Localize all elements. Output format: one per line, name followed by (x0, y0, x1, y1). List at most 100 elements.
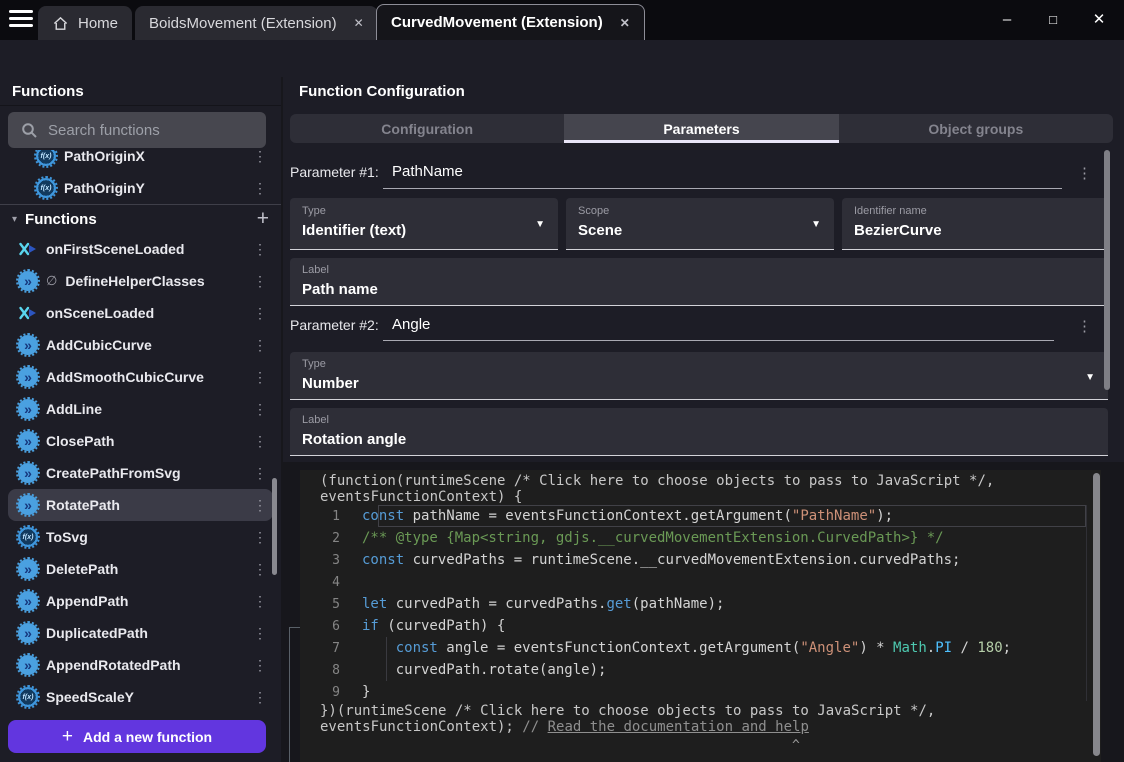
function-expression-icon: f(x) (18, 687, 38, 707)
code-line-8[interactable]: 8 curvedPath.rotate(angle); (300, 659, 1101, 681)
code-line-2[interactable]: 2/** @type {Map<string, gdjs.__curvedMov… (300, 527, 1101, 549)
sidebar-item-DeletePath[interactable]: »DeletePath⋮ (8, 553, 273, 585)
sidebar-item-AppendRotatedPath[interactable]: »AppendRotatedPath⋮ (8, 649, 273, 681)
window-maximize-button[interactable]: □ (1038, 6, 1068, 32)
section-label: Functions (25, 211, 97, 228)
code-lines[interactable]: 1const pathName = eventsFunctionContext.… (300, 505, 1101, 703)
tab-label: BoidsMovement (Extension) (149, 15, 337, 32)
item-menu-icon[interactable]: ⋮ (253, 689, 267, 706)
code-line-9[interactable]: 9} (300, 681, 1101, 703)
parameter-2-name-underline (383, 340, 1054, 341)
field-label: Label (302, 264, 329, 276)
code-line-1[interactable]: 1const pathName = eventsFunctionContext.… (300, 505, 1101, 527)
window-close-button[interactable]: ✕ (1084, 6, 1114, 32)
item-menu-icon[interactable]: ⋮ (253, 657, 267, 674)
item-menu-icon[interactable]: ⋮ (253, 561, 267, 578)
sidebar-item-onFirstSceneLoaded[interactable]: onFirstSceneLoaded ⋮ (8, 233, 273, 265)
item-menu-icon[interactable]: ⋮ (253, 273, 267, 290)
parameter-1-type-select[interactable]: Type Identifier (text) ▼ (290, 198, 558, 250)
sidebar-item-RotatePath[interactable]: »RotatePath⋮ (8, 489, 273, 521)
line-number: 8 (300, 663, 362, 678)
parameter-1-name-input[interactable]: PathName (392, 163, 463, 180)
sidebar-item-PathOriginX[interactable]: f(x)PathOriginX⋮ (8, 150, 273, 172)
item-menu-icon[interactable]: ⋮ (253, 337, 267, 354)
sidebar-item-DefineHelperClasses[interactable]: »∅DefineHelperClasses⋮ (8, 265, 273, 297)
item-menu-icon[interactable]: ⋮ (253, 401, 267, 418)
item-menu-icon[interactable]: ⋮ (253, 433, 267, 450)
parameter-1-label-input[interactable]: Label Path name (290, 258, 1108, 306)
line-number: 3 (300, 553, 362, 568)
item-menu-icon[interactable]: ⋮ (253, 150, 267, 165)
field-value: Rotation angle (302, 431, 406, 448)
parameter-1-scope-select[interactable]: Scope Scene ▼ (566, 198, 834, 250)
collapse-caret-icon[interactable]: ▾ (12, 214, 17, 225)
code-wrapper-header-line-1[interactable]: (function(runtimeScene /* Click here to … (320, 473, 994, 489)
item-menu-icon[interactable]: ⋮ (253, 241, 267, 258)
sidebar-item-label: AppendPath (46, 593, 128, 609)
code-line-3[interactable]: 3const curvedPaths = runtimeScene.__curv… (300, 549, 1101, 571)
item-menu-icon[interactable]: ⋮ (253, 529, 267, 546)
parameters-scrollbar[interactable] (1104, 150, 1110, 390)
sidebar-item-AppendPath[interactable]: »AppendPath⋮ (8, 585, 273, 617)
parameter-2-type-select[interactable]: Type Number ▼ (290, 352, 1108, 400)
item-menu-icon[interactable]: ⋮ (253, 305, 267, 322)
tab-parameters[interactable]: Parameters (564, 114, 838, 143)
code-line-6[interactable]: 6if (curvedPath) { (300, 615, 1101, 637)
sidebar-item-ToSvg[interactable]: f(x)ToSvg⋮ (8, 521, 273, 553)
action-function-icon: » (18, 431, 38, 451)
sidebar-item-onSceneLoaded[interactable]: onSceneLoaded⋮ (8, 297, 273, 329)
sidebar-item-PathOriginY[interactable]: f(x)PathOriginY⋮ (8, 172, 273, 204)
line-number: 4 (300, 575, 362, 590)
code-text: const curvedPaths = runtimeScene.__curve… (362, 552, 960, 568)
parameter-2-menu-icon[interactable]: ⋮ (1077, 317, 1092, 335)
panel-title: Function Configuration (283, 77, 1124, 106)
sidebar-item-label: SpeedScaleY (46, 689, 134, 705)
code-line-5[interactable]: 5let curvedPath = curvedPaths.get(pathNa… (300, 593, 1101, 615)
sidebar-item-AddSmoothCubicCurve[interactable]: »AddSmoothCubicCurve⋮ (8, 361, 273, 393)
code-line-7[interactable]: 7 const angle = eventsFunctionContext.ge… (300, 637, 1101, 659)
sidebar-scrollbar[interactable] (272, 478, 277, 575)
line-number: 6 (300, 619, 362, 634)
code-line-4[interactable]: 4 (300, 571, 1101, 593)
tab-configuration[interactable]: Configuration (290, 114, 564, 143)
parameter-1-menu-icon[interactable]: ⋮ (1077, 164, 1092, 182)
code-wrapper-header-line-2[interactable]: eventsFunctionContext) { (320, 489, 522, 505)
documentation-link[interactable]: Read the documentation and help (548, 719, 809, 735)
sidebar-item-AddCubicCurve[interactable]: »AddCubicCurve⋮ (8, 329, 273, 361)
sidebar-item-label: AddLine (46, 401, 102, 417)
tab-object-groups[interactable]: Object groups (839, 114, 1113, 143)
parameter-2-label-input[interactable]: Label Rotation angle (290, 408, 1108, 456)
code-editor-scrollbar[interactable] (1093, 473, 1100, 756)
parameter-1-identifier-input[interactable]: Identifier name BezierCurve (842, 198, 1108, 250)
sidebar-item-DuplicatedPath[interactable]: »DuplicatedPath⋮ (8, 617, 273, 649)
sidebar-item-label: onFirstSceneLoaded (46, 241, 184, 257)
tab-boids-movement[interactable]: BoidsMovement (Extension) ✕ (135, 6, 378, 40)
add-function-plus-icon[interactable]: + (257, 207, 269, 231)
hamburger-menu-icon[interactable] (9, 10, 33, 29)
javascript-code-editor[interactable]: (function(runtimeScene /* Click here to … (300, 470, 1101, 762)
item-menu-icon[interactable]: ⋮ (253, 180, 267, 197)
tab-home[interactable]: Home (38, 6, 132, 40)
search-functions-input[interactable] (48, 122, 238, 139)
window-minimize-button[interactable]: – (992, 6, 1022, 32)
search-functions-field[interactable] (8, 112, 266, 148)
item-menu-icon[interactable]: ⋮ (253, 497, 267, 514)
collapse-caret-icon[interactable]: ^ (792, 738, 800, 753)
item-menu-icon[interactable]: ⋮ (253, 625, 267, 642)
close-tab-icon[interactable]: ✕ (354, 16, 364, 30)
parameter-2-name-input[interactable]: Angle (392, 316, 430, 333)
sidebar-item-SpeedScaleY[interactable]: f(x) SpeedScaleY ⋮ (8, 681, 273, 713)
sidebar-item-AddLine[interactable]: »AddLine⋮ (8, 393, 273, 425)
field-value: BezierCurve (854, 222, 942, 239)
item-menu-icon[interactable]: ⋮ (253, 369, 267, 386)
sidebar-item-ClosePath[interactable]: »ClosePath⋮ (8, 425, 273, 457)
item-menu-icon[interactable]: ⋮ (253, 465, 267, 482)
tab-curved-movement[interactable]: CurvedMovement (Extension) ✕ (376, 4, 645, 40)
functions-section-header[interactable]: ▾ Functions + (0, 205, 281, 233)
code-text: curvedPath.rotate(angle); (362, 662, 606, 678)
add-new-function-button[interactable]: + Add a new function (8, 720, 266, 753)
item-menu-icon[interactable]: ⋮ (253, 593, 267, 610)
line-number: 1 (300, 509, 362, 524)
sidebar-item-CreatePathFromSvg[interactable]: »CreatePathFromSvg⋮ (8, 457, 273, 489)
close-tab-icon[interactable]: ✕ (620, 16, 630, 30)
